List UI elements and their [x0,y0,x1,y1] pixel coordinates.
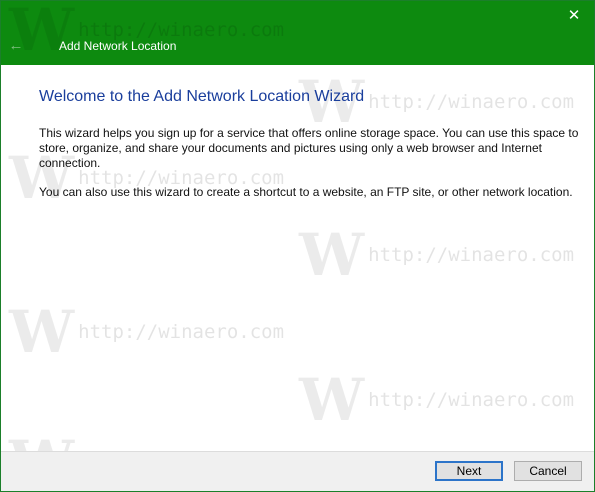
title-bar: ← Add Network Location ✕ [1,1,594,65]
watermark-url: http://winaero.com [368,244,575,266]
watermark: W http://winaero.com [9,303,284,361]
window-title: Add Network Location [59,39,177,53]
cancel-button[interactable]: Cancel [514,461,582,481]
watermark-logo: W [299,366,365,434]
watermark-url: http://winaero.com [368,389,575,411]
back-arrow-icon[interactable]: ← [5,35,27,57]
close-icon[interactable]: ✕ [560,3,588,29]
watermark-url: http://winaero.com [368,91,575,113]
watermark-logo: W [299,221,365,289]
shortcut-paragraph: You can also use this wizard to create a… [39,185,573,199]
watermark: W http://winaero.com [299,371,574,429]
watermark-url: http://winaero.com [78,321,285,343]
intro-paragraph: This wizard helps you sign up for a serv… [39,126,579,170]
wizard-window: ← Add Network Location ✕ W http://winaer… [0,0,595,492]
wizard-heading: Welcome to the Add Network Location Wiza… [39,88,365,105]
watermark-logo: W [9,298,75,366]
next-button[interactable]: Next [435,461,503,481]
button-bar: Next Cancel [1,451,594,491]
watermark: W http://winaero.com [299,226,574,284]
